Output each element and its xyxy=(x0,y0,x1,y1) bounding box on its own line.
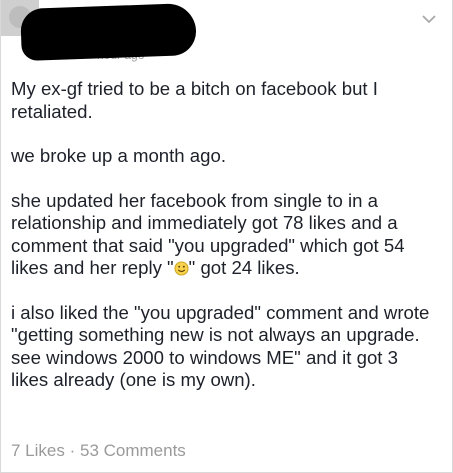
likes-count-link[interactable]: 7 Likes xyxy=(11,441,65,460)
redaction-overlay xyxy=(20,2,197,62)
post-header: hour ago xyxy=(1,0,452,72)
footer-separator: · xyxy=(64,441,80,460)
post-footer: 7 Likes · 53 Comments xyxy=(11,441,186,461)
smiley-emoji-icon xyxy=(174,261,189,276)
post-card: hour ago My ex-gf tried to be a bitch on… xyxy=(0,0,453,473)
post-paragraph-3-text-after: " got 24 likes. xyxy=(188,257,300,278)
post-paragraph-4: i also liked the "you upgraded" comment … xyxy=(11,301,430,391)
comments-count-link[interactable]: 53 Comments xyxy=(80,441,186,460)
post-paragraph-3: she updated her facebook from single to … xyxy=(11,190,440,280)
post-paragraph-1: My ex-gf tried to be a bitch on facebook… xyxy=(11,78,378,122)
post-paragraph-2: we broke up a month ago. xyxy=(11,145,226,166)
chevron-down-icon[interactable] xyxy=(422,14,436,24)
post-body: My ex-gf tried to be a bitch on facebook… xyxy=(1,72,452,392)
